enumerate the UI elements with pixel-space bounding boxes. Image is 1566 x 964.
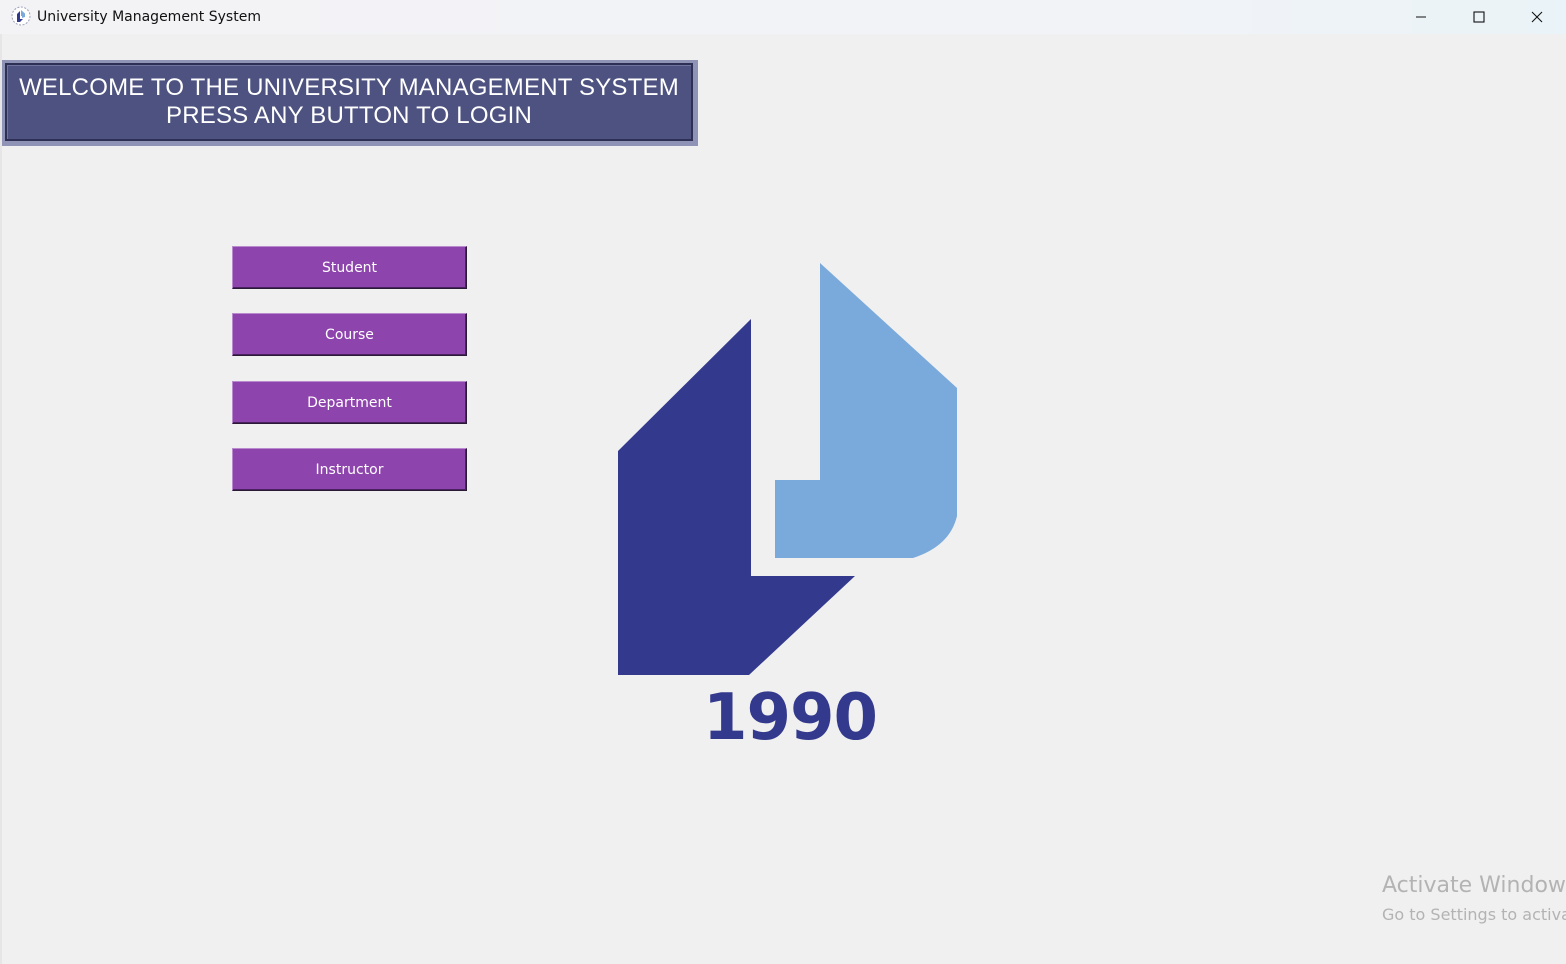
title-bar[interactable]: University Management System — [0, 0, 1566, 34]
course-button[interactable]: Course — [232, 313, 467, 356]
app-window: University Management System WELCOME TO … — [0, 0, 1566, 964]
window-border — [0, 34, 2, 964]
close-icon — [1531, 11, 1543, 23]
logo-light-shape — [775, 263, 957, 558]
university-logo-icon — [11, 6, 31, 26]
watermark-title: Activate Windows — [1382, 873, 1566, 898]
department-button[interactable]: Department — [232, 381, 467, 424]
close-button[interactable] — [1508, 0, 1566, 34]
minimize-button[interactable] — [1392, 0, 1450, 34]
instructor-button[interactable]: Instructor — [232, 448, 467, 491]
maximize-icon — [1473, 11, 1485, 23]
student-button[interactable]: Student — [232, 246, 467, 289]
welcome-banner: WELCOME TO THE UNIVERSITY MANAGEMENT SYS… — [2, 60, 698, 146]
watermark-subtitle: Go to Settings to activate Windows. — [1382, 905, 1566, 924]
minimize-icon — [1416, 16, 1426, 18]
welcome-heading: WELCOME TO THE UNIVERSITY MANAGEMENT SYS… — [19, 74, 679, 101]
window-title: University Management System — [37, 9, 261, 25]
welcome-banner-panel: WELCOME TO THE UNIVERSITY MANAGEMENT SYS… — [5, 63, 693, 141]
maximize-button[interactable] — [1450, 0, 1508, 34]
activate-windows-watermark: Activate Windows Go to Settings to activ… — [1382, 872, 1566, 926]
login-instruction: PRESS ANY BUTTON TO LOGIN — [166, 102, 532, 129]
logo-year: 1990 — [702, 681, 878, 755]
